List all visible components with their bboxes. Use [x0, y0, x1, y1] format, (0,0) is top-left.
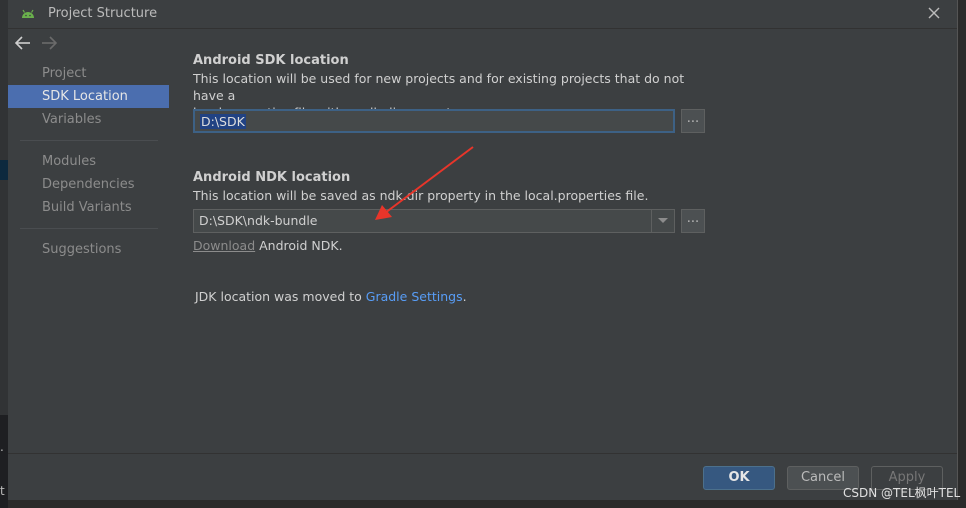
sdk-section-title: Android SDK location — [193, 53, 349, 68]
ndk-path-combobox[interactable]: D:\SDK\ndk-bundle — [193, 209, 675, 233]
arrow-right-icon[interactable] — [40, 35, 58, 51]
sidebar-divider — [20, 140, 158, 141]
download-ndk-row: Download Android NDK. — [193, 238, 343, 253]
download-ndk-suffix: Android NDK. — [255, 238, 343, 253]
android-icon — [22, 9, 34, 18]
window-title: Project Structure — [48, 6, 158, 21]
sidebar-item-suggestions[interactable]: Suggestions — [8, 238, 169, 261]
download-ndk-link[interactable]: Download — [193, 238, 255, 253]
sidebar: Project SDK Location Variables Modules D… — [8, 29, 171, 453]
gradle-settings-link[interactable]: Gradle Settings — [366, 289, 463, 304]
sidebar-item-dependencies[interactable]: Dependencies — [8, 173, 169, 196]
sdk-path-input[interactable]: D:\SDK — [193, 109, 675, 133]
sdk-location-panel: Android SDK location This location will … — [170, 29, 957, 453]
sidebar-item-build-variants[interactable]: Build Variants — [8, 196, 169, 219]
sidebar-item-modules[interactable]: Modules — [8, 150, 169, 173]
jdk-note-suffix: . — [462, 289, 467, 304]
sidebar-item-sdk-location[interactable]: SDK Location — [8, 85, 169, 108]
sidebar-item-project[interactable]: Project — [8, 62, 169, 85]
sidebar-item-variables[interactable]: Variables — [8, 108, 169, 131]
ndk-section-title: Android NDK location — [193, 170, 351, 185]
background-text: . — [0, 440, 4, 454]
watermark: CSDN @TEL枫叶TEL — [843, 486, 961, 500]
ndk-browse-button[interactable]: ... — [681, 209, 705, 233]
project-structure-dialog: Project Structure Project SDK Location V… — [8, 0, 958, 500]
sdk-path-value: D:\SDK — [200, 114, 246, 129]
background-text: t — [0, 484, 5, 498]
chevron-down-icon — [658, 218, 668, 223]
dialog-footer: OK Cancel Apply — [8, 453, 957, 500]
title-bar: Project Structure — [8, 0, 957, 29]
arrow-left-icon[interactable] — [14, 35, 32, 51]
jdk-location-note: JDK location was moved to Gradle Setting… — [195, 289, 467, 304]
ok-button[interactable]: OK — [703, 466, 775, 490]
sidebar-divider — [20, 228, 158, 229]
jdk-note-text: JDK location was moved to — [195, 289, 366, 304]
sdk-browse-button[interactable]: ... — [681, 109, 705, 133]
ndk-description: This location will be saved as ndk.dir p… — [193, 188, 649, 203]
close-icon[interactable] — [925, 4, 943, 22]
ndk-dropdown-button[interactable] — [651, 210, 674, 232]
background-selection-strip — [0, 160, 8, 180]
ndk-path-value: D:\SDK\ndk-bundle — [199, 213, 318, 228]
